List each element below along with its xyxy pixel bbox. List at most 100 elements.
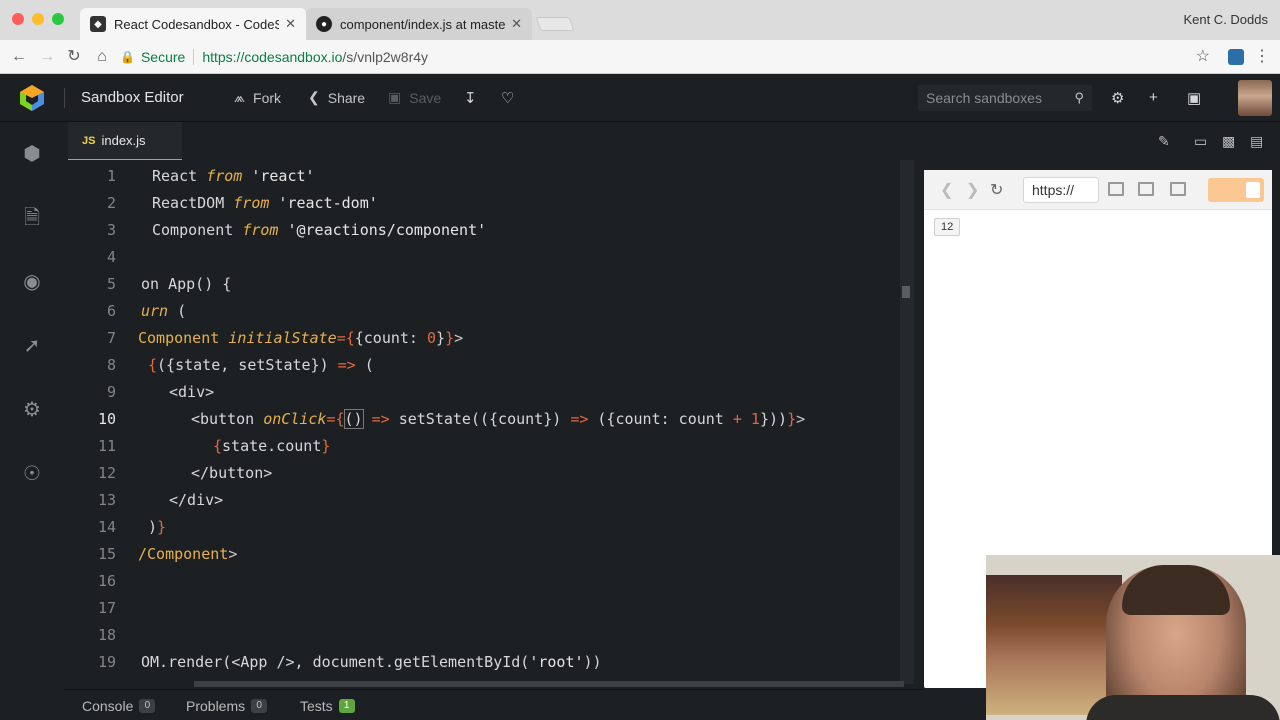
edit-pencil-icon[interactable]: ✎	[1158, 133, 1170, 150]
browser-tab-github[interactable]: ● component/index.js at master ✕	[306, 8, 532, 40]
preview-forward-icon[interactable]: ❯	[966, 180, 979, 200]
preview-toggle[interactable]	[1208, 178, 1264, 202]
gear-icon[interactable]: ⚙	[1111, 89, 1124, 107]
tests-tab[interactable]: Tests 1	[300, 698, 355, 714]
bookmark-star-icon[interactable]: ☆	[1196, 46, 1210, 66]
sandbox-header: Sandbox Editor ⩕ Fork ❮ Share ▣ Save ↧ ♡…	[0, 74, 1280, 122]
files-icon[interactable]: 🗎	[20, 206, 44, 230]
window-maximize-button[interactable]	[52, 13, 64, 25]
lock-icon: 🔒	[120, 50, 135, 64]
extension-icon[interactable]	[1228, 49, 1244, 65]
problems-tab[interactable]: Problems 0	[186, 698, 268, 714]
activity-bar: ⬢ 🗎 ◉ ➚ ⚙ ☉	[0, 122, 64, 720]
forward-arrow-icon[interactable]: →	[36, 46, 58, 68]
preview-back-icon[interactable]: ❮	[940, 180, 953, 200]
line-number: 19	[97, 653, 116, 671]
avatar[interactable]	[1238, 80, 1272, 116]
browser-tab-codesandbox[interactable]: ◆ React Codesandbox - CodeSa ✕	[80, 8, 306, 40]
heart-icon[interactable]: ♡	[501, 89, 514, 107]
plus-icon[interactable]: +	[1149, 89, 1158, 106]
code-line[interactable]: on App() {	[141, 271, 231, 298]
config-files-icon[interactable]: ⚙	[20, 398, 44, 422]
preview-split-icon[interactable]	[1138, 182, 1154, 196]
line-number: 18	[97, 626, 116, 644]
code-line[interactable]: /Component>	[138, 541, 237, 568]
share-label: Share	[327, 89, 366, 106]
github-icon[interactable]: ◉	[20, 270, 44, 294]
code-line[interactable]: {({state, setState}) => (	[148, 352, 374, 379]
js-file-icon: JS	[82, 134, 96, 147]
editor-vertical-scrollbar[interactable]	[900, 160, 914, 684]
code-line[interactable]: <button onClick={() => setState(({count}…	[191, 406, 805, 433]
browser-toolbar: ← → ↻ ⌂ 🔒 Secure https://codesandbox.io /…	[0, 40, 1280, 74]
code-line[interactable]: <div>	[169, 379, 214, 406]
console-layout-icon[interactable]: ▩	[1222, 133, 1235, 150]
code-line[interactable]: OM.render(<App />, document.getElementBy…	[141, 649, 602, 676]
code-line[interactable]: {state.count}	[213, 433, 330, 460]
problems-count-badge: 0	[251, 699, 268, 713]
home-icon[interactable]: ⌂	[91, 46, 113, 68]
reload-icon[interactable]: ↻	[63, 46, 85, 68]
search-sandboxes-input[interactable]: Search sandboxes ⚲	[918, 85, 1092, 111]
tests-count-badge: 1	[338, 699, 355, 713]
scrollbar-thumb[interactable]	[194, 681, 904, 687]
share-icon: ❮	[308, 89, 320, 105]
tab-title: React Codesandbox - CodeSa	[114, 16, 280, 32]
tab-close-icon[interactable]: ✕	[285, 16, 296, 32]
browser-profile-name[interactable]: Kent C. Dodds	[1183, 12, 1268, 27]
tests-label: Tests	[300, 698, 333, 714]
file-tab-index-js[interactable]: JS index.js	[68, 122, 182, 160]
save-label: Save	[409, 89, 442, 106]
more-menu-icon[interactable]: ⋮	[1254, 46, 1270, 66]
preview-window-icon[interactable]	[1170, 182, 1186, 196]
cube-icon[interactable]: ▣	[1187, 89, 1201, 107]
line-number: 4	[106, 248, 116, 266]
line-number: 13	[97, 491, 116, 509]
line-number: 7	[106, 329, 116, 347]
code-line[interactable]: Component initialState={{count: 0}}>	[138, 325, 463, 352]
codesandbox-favicon-icon: ◆	[90, 16, 106, 32]
line-number: 2	[106, 194, 116, 212]
scrollbar-thumb[interactable]	[902, 286, 910, 298]
tab-close-icon[interactable]: ✕	[511, 16, 522, 32]
code-line[interactable]: </button>	[191, 460, 272, 487]
window-minimize-button[interactable]	[32, 13, 44, 25]
code-line[interactable]: urn (	[141, 298, 186, 325]
presenter-shirt	[1086, 695, 1280, 720]
editor-footer: Console 0 Problems 0 Tests 1	[64, 689, 924, 720]
counter-button[interactable]: 12	[934, 218, 961, 236]
line-number: 17	[97, 599, 116, 617]
console-tab[interactable]: Console 0	[82, 698, 156, 714]
deploy-rocket-icon[interactable]: ➚	[20, 334, 44, 358]
preview-url-input[interactable]: https://	[1023, 177, 1099, 203]
code-editor[interactable]: 1 React from 'react' 2 ReactDOM from 'reac…	[64, 163, 900, 683]
codesandbox-logo-icon[interactable]	[18, 84, 46, 112]
code-line[interactable]: Component from '@reactions/component'	[152, 217, 486, 244]
window-close-button[interactable]	[12, 13, 24, 25]
file-tab-label: index.js	[101, 133, 146, 148]
fork-button[interactable]: ⩕ Fork	[234, 89, 281, 106]
line-number: 6	[106, 302, 116, 320]
split-layout-icon[interactable]: ▤	[1250, 133, 1263, 150]
download-icon[interactable]: ↧	[464, 89, 477, 107]
code-line[interactable]: </div>	[169, 487, 223, 514]
new-tab-button[interactable]	[535, 17, 575, 31]
code-line[interactable]: ReactDOM from 'react-dom'	[152, 190, 378, 217]
editor-horizontal-scrollbar[interactable]	[64, 681, 904, 689]
search-icon[interactable]: ⚲	[1074, 90, 1084, 106]
problems-label: Problems	[186, 698, 246, 714]
share-button[interactable]: ❮ Share	[308, 89, 365, 106]
address-bar[interactable]: 🔒 Secure https://codesandbox.io/s/vnlp2w…	[120, 44, 1220, 70]
code-line[interactable]: )}	[148, 514, 166, 541]
preview-layout-icon[interactable]: ▭	[1194, 133, 1207, 150]
sandbox-info-icon[interactable]: ⬢	[20, 142, 44, 166]
line-number-current: 10	[97, 410, 116, 428]
code-line[interactable]: React from 'react'	[152, 163, 315, 190]
back-arrow-icon[interactable]: ←	[8, 46, 30, 68]
save-button[interactable]: ▣ Save	[388, 89, 441, 106]
live-icon[interactable]: ☉	[20, 462, 44, 486]
editor-tab-bar: JS index.js	[64, 122, 904, 160]
preview-console-icon[interactable]	[1108, 182, 1124, 196]
browser-tab-strip: ◆ React Codesandbox - CodeSa ✕ ● compone…	[0, 0, 1280, 40]
preview-refresh-icon[interactable]: ↻	[990, 180, 1003, 200]
